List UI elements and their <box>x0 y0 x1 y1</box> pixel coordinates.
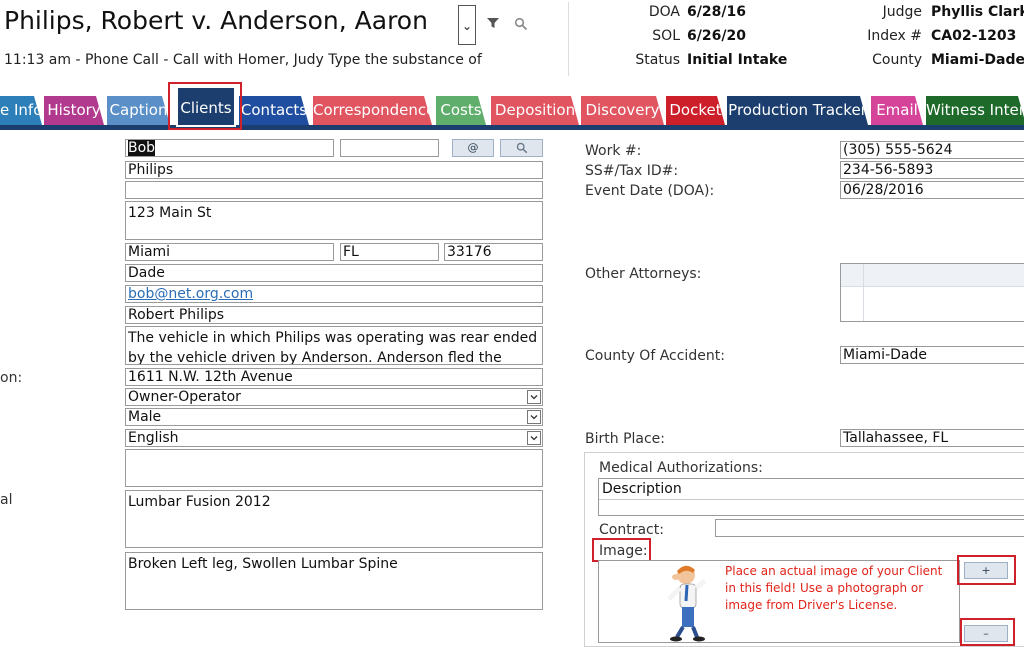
tab-discovery[interactable]: Discovery <box>581 96 664 125</box>
county-field[interactable]: Dade <box>125 264 543 282</box>
chevron-down-icon: ⌄ <box>461 19 473 33</box>
status-value: Initial Intake <box>687 52 788 68</box>
medical-label-fragment: al <box>0 492 13 508</box>
remove-image-highlight <box>960 618 1015 646</box>
image-label-highlight <box>592 538 651 562</box>
header-divider <box>568 2 569 76</box>
judge-value: Phyllis Clark <box>931 4 1024 20</box>
gender-select[interactable]: Male <box>125 408 543 426</box>
state-field[interactable]: FL <box>340 243 439 261</box>
sol-label: SOL <box>652 28 680 44</box>
county-value: Miami-Dade <box>931 52 1024 68</box>
search-button[interactable] <box>500 139 543 157</box>
work-phone-field[interactable]: (305) 555-5624 <box>840 141 1024 159</box>
tab-correspondence[interactable]: Correspondence <box>313 96 432 125</box>
image-instruction-note: Place an actual image of your Client in … <box>725 564 943 612</box>
other-attorneys-list[interactable] <box>840 263 1024 322</box>
email-link[interactable]: bob@net.org.com <box>125 285 543 303</box>
tab-docket[interactable]: Docket <box>666 96 725 125</box>
zip-field[interactable]: 33176 <box>444 243 543 261</box>
tab-history[interactable]: History <box>44 96 104 125</box>
email-lookup-button[interactable]: @ <box>452 139 494 157</box>
tab-production-tracker[interactable]: Production Tracker <box>727 96 868 125</box>
occupation-value: Owner-Operator <box>128 389 241 405</box>
description-field[interactable]: The vehicle in which Philips was operati… <box>125 326 543 365</box>
case-dropdown-button[interactable]: ⌄ <box>458 5 476 45</box>
tab-costs[interactable]: Costs <box>436 96 486 125</box>
other-attorneys-label: Other Attorneys: <box>585 266 702 282</box>
at-icon: @ <box>467 141 479 154</box>
middle-name-field[interactable] <box>340 139 439 157</box>
contract-label: Contract: <box>599 522 664 538</box>
notes-field[interactable] <box>125 449 543 487</box>
tab-email[interactable]: Email <box>871 96 923 125</box>
chevron-down-icon[interactable] <box>527 410 541 424</box>
doa-value: 6/28/16 <box>687 4 746 20</box>
medical-authorizations-label: Medical Authorizations: <box>599 460 763 476</box>
index-value: CA02-1203 <box>931 28 1017 44</box>
description-column-header[interactable]: Description <box>599 479 1024 500</box>
case-title: Philips, Robert v. Anderson, Aaron <box>4 6 428 35</box>
index-label: Index # <box>867 28 922 44</box>
county-label: County <box>872 52 922 68</box>
full-name-field[interactable]: Robert Philips <box>125 306 543 324</box>
client-image-field[interactable]: Place an actual image of your Client in … <box>598 560 960 643</box>
last-name-field[interactable]: Philips <box>125 161 543 179</box>
first-name-field[interactable]: Bob <box>125 139 334 157</box>
work-phone-label: Work #: <box>585 143 642 159</box>
chevron-down-icon[interactable] <box>527 390 541 404</box>
event-date-label: Event Date (DOA): <box>585 183 715 199</box>
county-of-accident-label: County Of Accident: <box>585 348 725 364</box>
address-field[interactable]: 123 Main St <box>125 201 543 240</box>
county-of-accident-field[interactable]: Miami-Dade <box>840 346 1024 364</box>
birth-place-label: Birth Place: <box>585 431 666 447</box>
medical-authorizations-table[interactable]: Description <box>598 478 1024 516</box>
language-select[interactable]: English <box>125 429 543 447</box>
doa-label: DOA <box>648 4 680 20</box>
cartoon-client-image <box>667 565 707 642</box>
city-field[interactable]: Miami <box>125 243 334 261</box>
list-header <box>841 264 1024 287</box>
filter-icon[interactable] <box>486 16 500 30</box>
sol-value: 6/26/20 <box>687 28 746 44</box>
last-activity[interactable]: 11:13 am - Phone Call - Call with Homer,… <box>4 52 482 68</box>
event-date-field[interactable]: 06/28/2016 <box>840 181 1024 199</box>
search-icon[interactable] <box>514 17 528 31</box>
judge-label: Judge <box>882 4 922 20</box>
gender-value: Male <box>128 409 162 425</box>
add-image-highlight <box>957 555 1016 585</box>
tab-e-info[interactable]: e Info <box>0 96 42 125</box>
suffix-field[interactable] <box>125 181 543 199</box>
ss-tax-id-label: SS#/Tax ID#: <box>585 163 679 179</box>
language-value: English <box>128 430 179 446</box>
tab-bar-underline <box>0 125 1024 130</box>
birth-place-field[interactable]: Tallahassee, FL <box>840 429 1024 447</box>
accident-location-field[interactable]: 1611 N.W. 12th Avenue <box>125 368 543 386</box>
row-selector-column <box>841 264 864 321</box>
tab-deposition[interactable]: Deposition <box>491 96 579 125</box>
highlight-box <box>168 82 242 130</box>
contract-field[interactable] <box>715 519 1024 537</box>
ss-tax-id-field[interactable]: 234-56-5893 <box>840 161 1024 179</box>
tab-contacts[interactable]: Contacts <box>239 96 309 125</box>
medical-history-field[interactable]: Lumbar Fusion 2012 <box>125 490 543 548</box>
tab-witness-interv[interactable]: Witness Interv <box>926 96 1024 125</box>
tab-caption[interactable]: Caption <box>107 96 170 125</box>
status-label: Status <box>635 52 680 68</box>
location-label-fragment: on: <box>0 370 23 386</box>
search-icon <box>516 142 527 154</box>
occupation-select[interactable]: Owner-Operator <box>125 388 543 406</box>
injuries-field[interactable]: Broken Left leg, Swollen Lumbar Spine <box>125 552 543 610</box>
chevron-down-icon[interactable] <box>527 431 541 445</box>
